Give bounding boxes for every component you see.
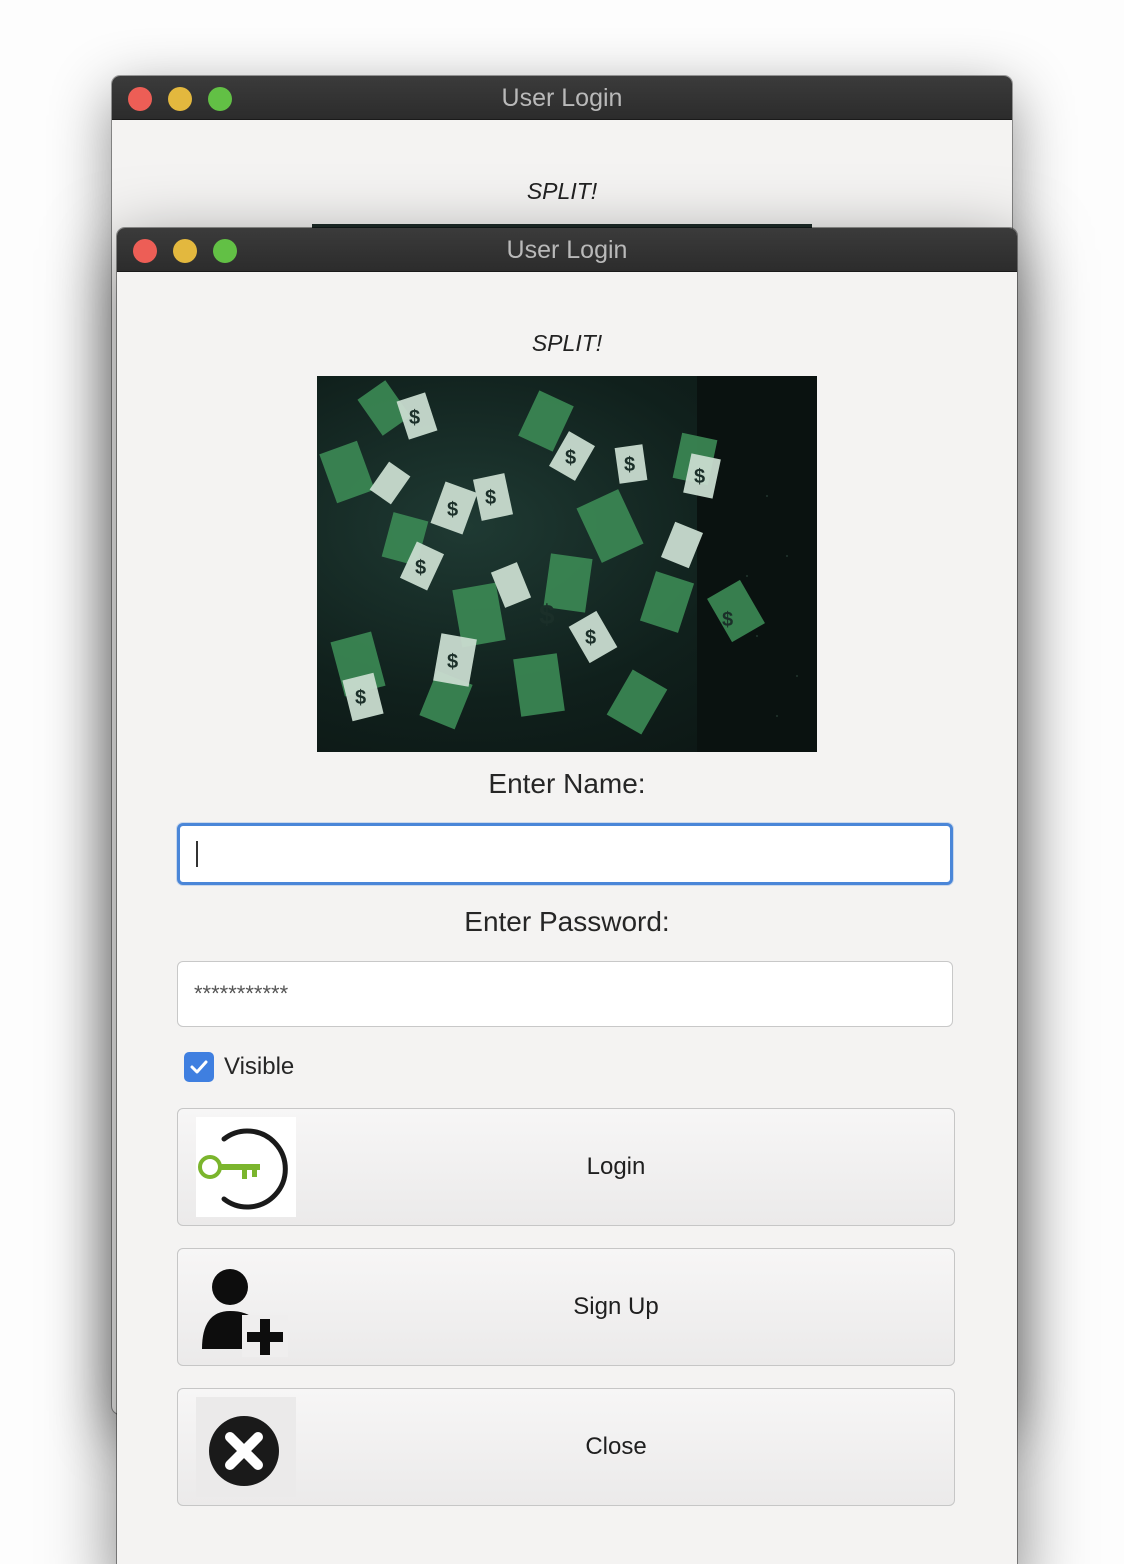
visible-checkbox-label: Visible <box>224 1053 295 1080</box>
window-title: User Login <box>501 84 623 112</box>
password-input[interactable]: *********** <box>177 961 953 1027</box>
password-label: Enter Password: <box>464 906 670 937</box>
visible-checkbox[interactable] <box>184 1052 214 1082</box>
svg-text:$: $ <box>415 557 426 579</box>
svg-text:$: $ <box>355 687 366 709</box>
visible-checkbox-row[interactable]: Visible <box>184 1050 294 1084</box>
svg-text:$: $ <box>565 447 576 469</box>
close-button[interactable]: Close <box>177 1388 955 1506</box>
login-button-label: Login <box>586 1153 646 1180</box>
svg-text:$: $ <box>722 609 733 631</box>
svg-text:$: $ <box>485 487 496 509</box>
svg-text:$: $ <box>585 627 596 649</box>
signup-button[interactable]: Sign Up <box>177 1248 955 1366</box>
svg-text:$: $ <box>694 466 705 488</box>
title-bar[interactable]: User Login <box>112 76 1012 120</box>
name-label: Enter Name: <box>488 768 646 799</box>
falling-money-image: $ $ $ $ $ $ $ $ $ $ $ $ <box>317 376 817 752</box>
window-title: User Login <box>506 236 628 264</box>
app-heading: SPLIT! <box>531 330 603 356</box>
title-bar[interactable]: User Login <box>117 228 1017 272</box>
svg-text:$: $ <box>447 651 458 673</box>
close-button-label: Close <box>585 1433 647 1460</box>
login-window: User Login SPLIT! $ $ $ $ $ $ $ $ $ $ $ … <box>117 228 1017 1564</box>
svg-text:$: $ <box>447 499 458 521</box>
svg-text:$: $ <box>539 599 555 630</box>
text-caret <box>196 841 198 867</box>
name-input[interactable] <box>177 823 953 885</box>
signup-button-label: Sign Up <box>573 1293 659 1320</box>
svg-text:$: $ <box>624 454 635 476</box>
login-button[interactable]: Login <box>177 1108 955 1226</box>
password-value: *********** <box>194 981 289 1006</box>
checkmark-icon <box>190 1060 208 1074</box>
app-heading: SPLIT! <box>526 178 598 204</box>
desktop: User Login SPLIT! User Login SPLIT! $ $ … <box>0 0 1124 1564</box>
svg-text:$: $ <box>409 407 420 429</box>
